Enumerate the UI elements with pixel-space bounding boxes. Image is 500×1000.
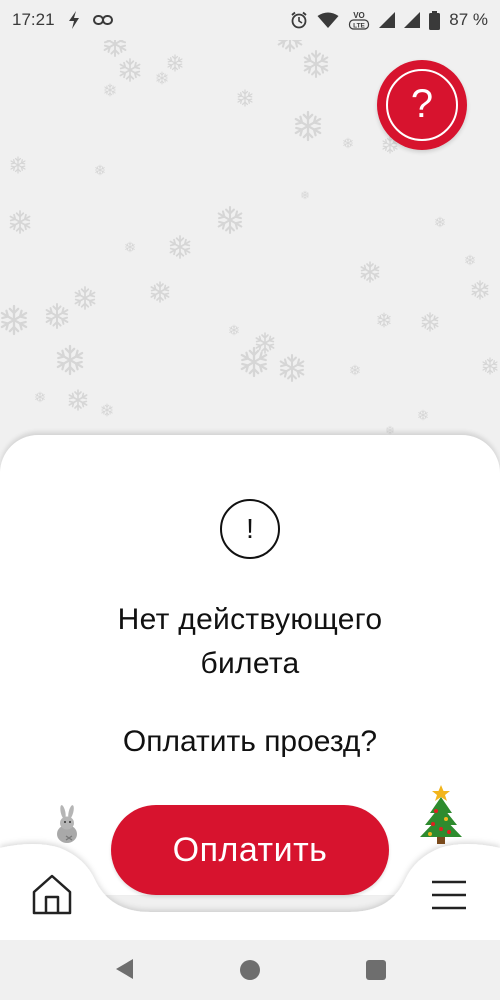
warning-icon: ! <box>220 499 280 559</box>
menu-icon[interactable] <box>428 878 470 912</box>
recents-icon[interactable] <box>366 960 386 980</box>
wifi-icon <box>317 12 339 29</box>
alarm-icon <box>290 11 308 29</box>
signal-icon <box>379 12 396 28</box>
status-time: 17:21 <box>12 10 55 29</box>
pay-button[interactable]: Оплатить <box>111 805 389 895</box>
status-left: 17:21 <box>12 10 113 30</box>
home-circle-icon[interactable] <box>240 960 260 980</box>
bunny-icon <box>50 805 84 845</box>
title-line-2: билета <box>200 647 300 680</box>
home-icon[interactable] <box>30 872 74 916</box>
pay-question: Оплатить проезд? <box>122 725 378 758</box>
back-icon[interactable] <box>114 957 134 986</box>
status-right: VO LTE 87 % <box>290 9 488 31</box>
christmas-tree-icon <box>418 785 464 845</box>
volte-icon: VO LTE <box>348 9 370 31</box>
volte-bottom-label: LTE <box>353 22 365 29</box>
link-icon <box>92 14 113 26</box>
signal-icon <box>404 12 421 28</box>
no-ticket-title: Нет действующего билета <box>0 598 500 686</box>
title-line-1: Нет действующего <box>117 603 383 636</box>
question-mark-icon: ? <box>410 81 434 126</box>
status-bar: 17:21 VO LTE 87 % <box>0 0 500 40</box>
screen: 17:21 VO LTE 87 % ? ! Нет действующего б… <box>0 0 500 1000</box>
flash-icon <box>67 11 81 29</box>
warning-glyph: ! <box>246 513 254 544</box>
battery-icon <box>429 10 441 30</box>
help-button[interactable]: ? <box>377 60 467 150</box>
battery-percent: 87 % <box>449 10 488 29</box>
volte-top-label: VO <box>353 11 365 20</box>
